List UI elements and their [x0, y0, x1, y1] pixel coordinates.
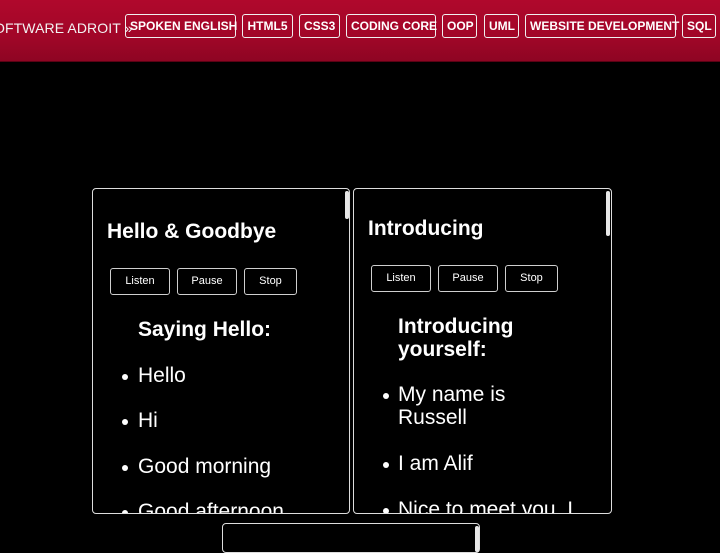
phrase-item: Good afternoon	[138, 500, 284, 514]
section-heading: Introducing yourself:	[398, 315, 514, 361]
card-title: Introducing	[368, 217, 484, 240]
scrollbar-thumb[interactable]	[345, 191, 349, 219]
bullet-icon	[122, 510, 128, 513]
bullet-icon	[383, 462, 389, 468]
nav-oop[interactable]: OOP	[442, 14, 477, 38]
nav-spoken-english[interactable]: SPOKEN ENGLISH	[125, 14, 237, 38]
scrollbar-thumb[interactable]	[475, 526, 479, 552]
section-heading: Saying Hello:	[138, 318, 272, 341]
lesson-card-partial[interactable]	[222, 523, 480, 553]
bullet-icon	[122, 419, 128, 425]
phrase-item: My name is Russell	[398, 383, 506, 429]
phrase-item: Hello	[138, 364, 186, 387]
stop-button[interactable]: Stop	[244, 268, 297, 295]
listen-button[interactable]: Listen	[110, 268, 170, 295]
scrollbar-thumb[interactable]	[606, 191, 610, 236]
nav-sql[interactable]: SQL	[682, 14, 716, 38]
phrase-item: Good morning	[138, 455, 272, 478]
bullet-icon	[383, 508, 389, 513]
nav-website-development[interactable]: WEBSITE DEVELOPMENT	[525, 14, 679, 38]
nav-html5[interactable]: HTML5	[242, 14, 293, 38]
lesson-card-hello-goodbye[interactable]: Hello & Goodbye Listen Pause Stop Saying…	[92, 188, 350, 514]
listen-button[interactable]: Listen	[371, 265, 431, 292]
nav-css3[interactable]: CSS3	[299, 14, 340, 38]
nav-uml[interactable]: UML	[484, 14, 519, 38]
card-title: Hello & Goodbye	[107, 220, 277, 243]
site-brand-link[interactable]: OFTWARE ADROIT »	[0, 18, 133, 38]
pause-button[interactable]: Pause	[177, 268, 237, 295]
lesson-card-introducing[interactable]: Introducing Listen Pause Stop Introducin…	[353, 188, 612, 514]
bullet-icon	[122, 374, 128, 380]
bullet-icon	[122, 465, 128, 471]
phrase-item: Hi	[138, 409, 158, 432]
stop-button[interactable]: Stop	[505, 265, 558, 292]
bullet-icon	[383, 393, 389, 399]
nav-coding-core[interactable]: CODING CORE	[346, 14, 437, 38]
phrase-item: I am Alif	[398, 452, 473, 475]
top-navigation-bar: OFTWARE ADROIT » SPOKEN ENGLISH HTML5 CS…	[0, 0, 720, 62]
phrase-item: Nice to meet you. I	[398, 498, 574, 514]
pause-button[interactable]: Pause	[438, 265, 498, 292]
